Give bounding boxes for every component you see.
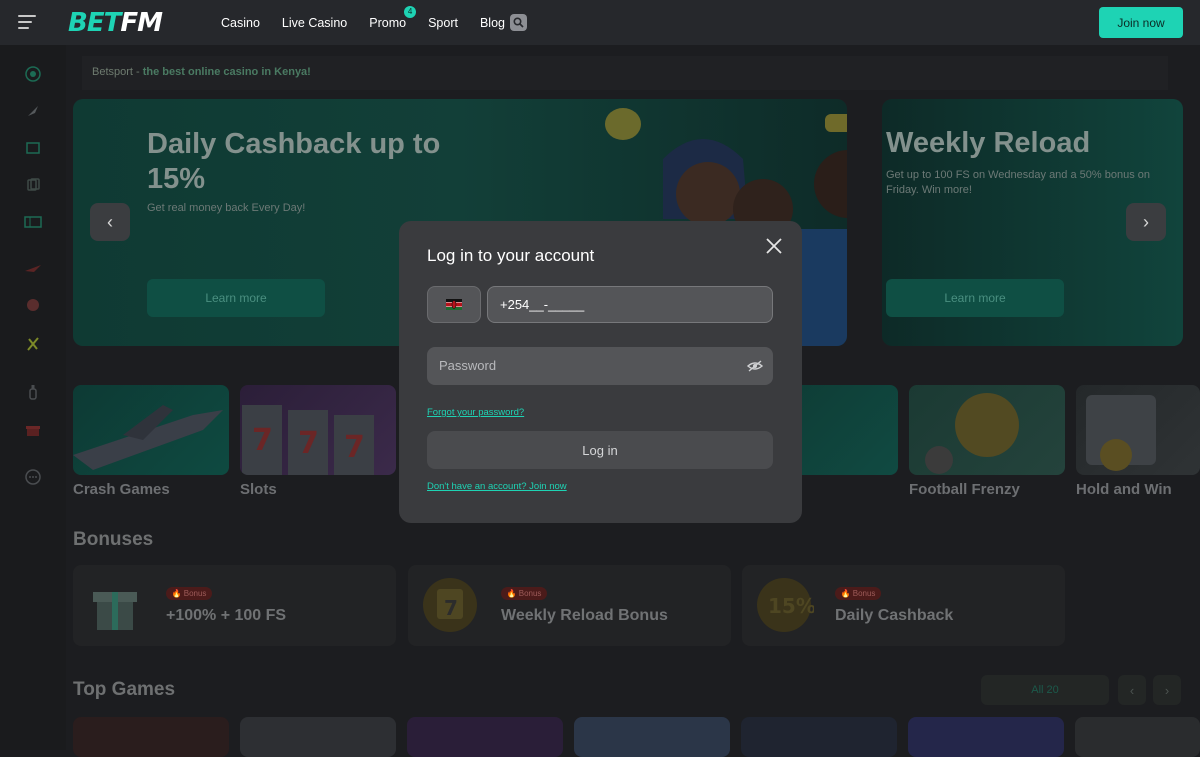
modal-title: Log in to your account [427,246,595,265]
forgot-password-link[interactable]: Forgot your password? [427,407,524,418]
eye-off-icon[interactable] [747,359,763,373]
signup-link[interactable]: Don't have an account? Join now [427,481,567,492]
login-button[interactable]: Log in [427,431,773,469]
country-code-selector[interactable] [427,286,481,323]
kenya-flag-icon [446,299,462,310]
phone-input[interactable]: +254__-_____ [487,286,773,323]
password-input[interactable]: Password [427,347,773,385]
login-modal: Log in to your account +254__-_____ Pass… [399,221,802,523]
close-icon[interactable] [765,237,783,255]
password-placeholder: Password [439,358,497,373]
